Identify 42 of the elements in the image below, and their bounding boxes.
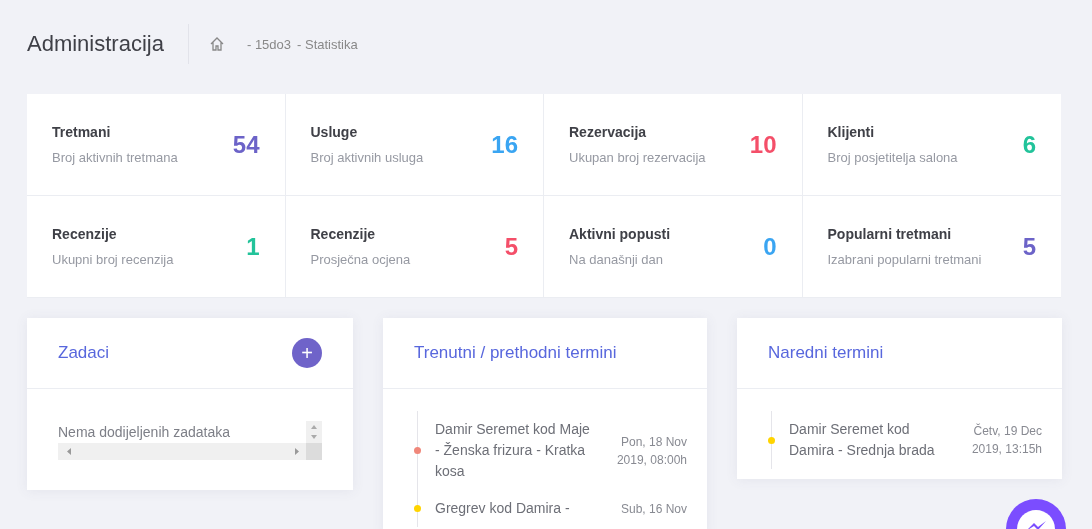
breadcrumb-item[interactable]: - Statistika	[297, 36, 358, 52]
stat-subtitle: Prosječna ocjena	[310, 252, 411, 267]
appointment-date: Četv, 19 Dec 2019, 13:15h	[970, 422, 1042, 458]
stat-value: 5	[1022, 232, 1036, 261]
panel-title: Zadaci	[58, 343, 110, 363]
appointment-text[interactable]: Damir Seremet kod Damira - Srednja brada	[789, 419, 949, 461]
stat-title: Aktivni popusti	[569, 226, 671, 242]
stat-value: 16	[491, 130, 518, 159]
stat-title: Tretmani	[52, 124, 112, 140]
stat-subtitle: Ukupan broj rezervacija	[569, 150, 706, 165]
add-button[interactable]: +	[292, 338, 322, 368]
stat-subtitle: Na današnji dan	[569, 252, 664, 267]
stat-subtitle: Broj aktivnih usluga	[310, 150, 424, 165]
horizontal-scrollbar[interactable]	[58, 443, 322, 460]
stat-subtitle: Broj posjetitelja salona	[827, 150, 958, 165]
panel-title: Trenutni / prethodni termini	[414, 343, 617, 363]
stat-title: Popularni tretmani	[827, 226, 953, 242]
page-title: Administracija	[27, 31, 164, 57]
appointment-text[interactable]: Gregrev kod Damira -	[435, 498, 595, 519]
stat-value: 5	[504, 232, 518, 261]
stat-value: 6	[1022, 130, 1036, 159]
stat-value: 54	[232, 130, 260, 159]
stat-subtitle: Ukupni broj recenzija	[52, 252, 174, 267]
stat-value: 1	[246, 232, 260, 261]
stat-title: Recenzije	[52, 226, 118, 242]
appointment-text[interactable]: Damir Seremet kod Maje - Ženska frizura - Kratka kosa	[435, 419, 595, 482]
stat-title: Recenzije	[310, 226, 377, 242]
chat-button[interactable]	[1006, 499, 1066, 529]
vertical-scrollbar[interactable]	[306, 421, 322, 443]
stat-title: Klijenti	[827, 124, 876, 140]
appointment-date: Sub, 16 Nov	[619, 500, 687, 518]
stat-value: 10	[749, 130, 777, 159]
empty-message: Nema dodijeljenih zadataka	[58, 424, 230, 440]
stat-subtitle: Izabrani popularni tretmani	[827, 252, 982, 267]
appointment-date: Pon, 18 Nov 2019, 08:00h	[615, 433, 687, 469]
home-icon[interactable]	[208, 36, 225, 52]
stat-value: 0	[763, 232, 777, 261]
panel-title: Naredni termini	[768, 343, 884, 363]
stat-title: Usluge	[310, 124, 359, 140]
stat-title: Rezervacija	[569, 124, 648, 140]
stat-subtitle: Broj aktivnih tretmana	[52, 150, 178, 165]
breadcrumb-item[interactable]: - 15do3	[246, 36, 292, 52]
